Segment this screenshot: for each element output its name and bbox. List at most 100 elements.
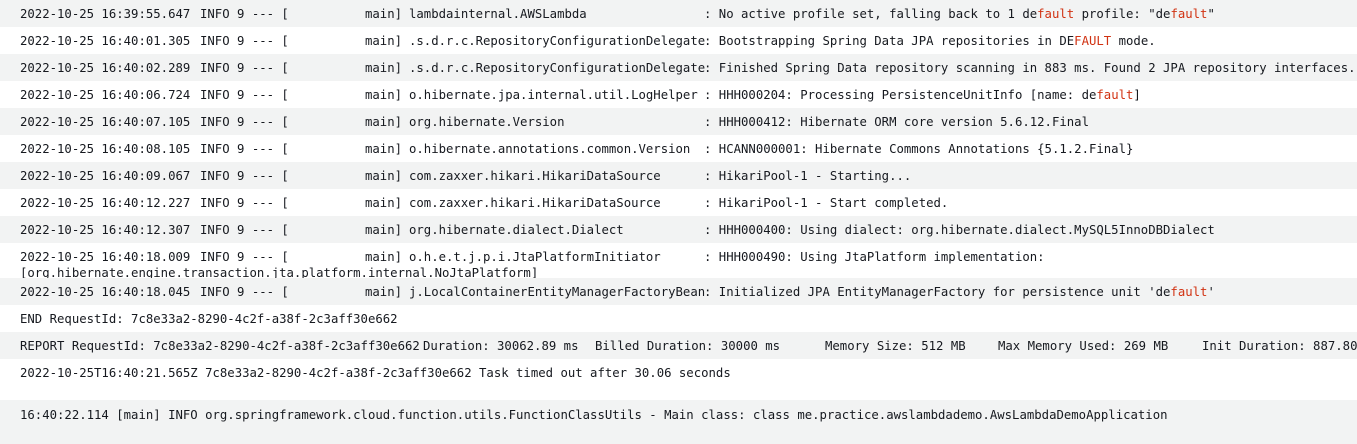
log-event-row[interactable]: 2022-10-25 16:40:08.105 INFO 9 --- [ main]…: [0, 135, 1357, 162]
log-logger: o.hibernate.annotations.common.Version: [409, 142, 691, 156]
log-report-row[interactable]: REPORT RequestId: 7c8e33a2-8290-4c2f-a38…: [0, 332, 1357, 359]
log-timestamp: 2022-10-25 16:40:09.067: [20, 169, 191, 183]
log-message: : Initialized JPA EntityManagerFactory f…: [704, 285, 1215, 299]
log-event-row[interactable]: 2022-10-25 16:40:12.227 INFO 9 --- [ main]…: [0, 189, 1357, 216]
log-message-text: : HHH000204: Processing PersistenceUnitI…: [704, 88, 1097, 102]
log-events-view: 2022-10-25 16:39:55.647 INFO 9 --- [ main]…: [0, 0, 1357, 444]
search-highlight: fault: [1170, 7, 1208, 21]
report-memory-size: Memory Size: 512 MB: [825, 339, 966, 353]
log-timestamp: 2022-10-25 16:40:18.009: [20, 250, 191, 264]
log-event-row[interactable]: 2022-10-25 16:40:01.305 INFO 9 --- [ main]…: [0, 27, 1357, 54]
log-message-continuation: [org.hibernate.engine.transaction.jta.pl…: [20, 266, 539, 278]
log-thread: main]: [365, 7, 403, 21]
log-message: : HCANN000001: Hibernate Commons Annotat…: [704, 142, 1133, 156]
report-billed-duration: Billed Duration: 30000 ms: [595, 339, 781, 353]
log-message-text: : HHH000412: Hibernate ORM core version …: [704, 115, 1089, 129]
log-event-row[interactable]: 2022-10-25 16:40:12.307 INFO 9 --- [ main]…: [0, 216, 1357, 243]
log-level: INFO 9 --- [: [200, 223, 289, 237]
log-main-class-text: 16:40:22.114 [main] INFO org.springframe…: [20, 408, 1168, 422]
log-level: INFO 9 --- [: [200, 250, 289, 264]
log-timeout-row[interactable]: 2022-10-25T16:40:21.565Z 7c8e33a2-8290-4…: [0, 359, 1357, 387]
log-message-text: : HHH000400: Using dialect: org.hibernat…: [704, 223, 1215, 237]
report-init-duration: Init Duration: 887.80 ms: [1202, 339, 1357, 353]
log-timestamp: 2022-10-25 16:40:12.227: [20, 196, 191, 210]
log-message: : HHH000412: Hibernate ORM core version …: [704, 115, 1089, 129]
log-thread: main]: [365, 223, 403, 237]
log-message-text: : HikariPool-1 - Starting...: [704, 169, 912, 183]
log-message-text: ': [1207, 285, 1215, 299]
search-highlight: FAULT: [1074, 34, 1112, 48]
log-message-text: : HCANN000001: Hibernate Commons Annotat…: [704, 142, 1134, 156]
log-message-text: : Bootstrapping Spring Data JPA reposito…: [704, 34, 1075, 48]
log-timestamp: 2022-10-25 16:40:08.105: [20, 142, 191, 156]
log-thread: main]: [365, 34, 403, 48]
log-logger: .s.d.r.c.RepositoryConfigurationDelegate: [409, 61, 706, 75]
log-message-text: : Initialized JPA EntityManagerFactory f…: [704, 285, 1171, 299]
log-timestamp: 2022-10-25 16:40:06.724: [20, 88, 191, 102]
log-message: : HikariPool-1 - Starting...: [704, 169, 911, 183]
log-timestamp: 2022-10-25 16:39:55.647: [20, 7, 191, 21]
log-timeout-text: 2022-10-25T16:40:21.565Z 7c8e33a2-8290-4…: [20, 366, 731, 380]
log-end-row[interactable]: END RequestId: 7c8e33a2-8290-4c2f-a38f-2…: [0, 305, 1357, 332]
log-message: : Bootstrapping Spring Data JPA reposito…: [704, 34, 1156, 48]
log-message-text: : HikariPool-1 - Start completed.: [704, 196, 949, 210]
log-logger: .s.d.r.c.RepositoryConfigurationDelegate: [409, 34, 706, 48]
log-level: INFO 9 --- [: [200, 7, 289, 21]
log-thread: main]: [365, 250, 403, 264]
log-timestamp: 2022-10-25 16:40:07.105: [20, 115, 191, 129]
log-message: : No active profile set, falling back to…: [704, 7, 1215, 21]
search-highlight: fault: [1170, 285, 1208, 299]
log-thread: main]: [365, 285, 403, 299]
log-event-row[interactable]: 2022-10-25 16:40:18.009 INFO 9 --- [ main]…: [0, 243, 1357, 278]
report-max-memory: Max Memory Used: 269 MB: [998, 339, 1169, 353]
log-message: : HHH000400: Using dialect: org.hibernat…: [704, 223, 1215, 237]
report-duration: Duration: 30062.89 ms: [423, 339, 579, 353]
log-level: INFO 9 --- [: [200, 34, 289, 48]
log-logger: o.h.e.t.j.p.i.JtaPlatformInitiator: [409, 250, 661, 264]
log-event-row[interactable]: 2022-10-25 16:39:55.647 INFO 9 --- [ main]…: [0, 0, 1357, 27]
log-level: INFO 9 --- [: [200, 115, 289, 129]
log-message: : Finished Spring Data repository scanni…: [704, 61, 1356, 75]
log-logger: com.zaxxer.hikari.HikariDataSource: [409, 169, 661, 183]
search-highlight: fault: [1096, 88, 1134, 102]
log-logger: org.hibernate.Version: [409, 115, 565, 129]
log-level: INFO 9 --- [: [200, 169, 289, 183]
log-logger: lambdainternal.AWSLambda: [409, 7, 587, 21]
log-event-row[interactable]: 2022-10-25 16:40:18.045 INFO 9 --- [ main]…: [0, 278, 1357, 305]
log-level: INFO 9 --- [: [200, 285, 289, 299]
log-message-text: mode.: [1111, 34, 1156, 48]
log-end-text: END RequestId: 7c8e33a2-8290-4c2f-a38f-2…: [20, 312, 398, 326]
log-message-text: : No active profile set, falling back to…: [704, 7, 1038, 21]
log-event-row[interactable]: 2022-10-25 16:40:06.724 INFO 9 --- [ main]…: [0, 81, 1357, 108]
log-thread: main]: [365, 88, 403, 102]
log-logger: com.zaxxer.hikari.HikariDataSource: [409, 196, 661, 210]
log-level: INFO 9 --- [: [200, 196, 289, 210]
log-message: : HikariPool-1 - Start completed.: [704, 196, 948, 210]
log-level: INFO 9 --- [: [200, 61, 289, 75]
log-thread: main]: [365, 115, 403, 129]
log-message: : HHH000204: Processing PersistenceUnitI…: [704, 88, 1141, 102]
log-spacer: [0, 387, 1357, 400]
log-event-row[interactable]: 2022-10-25 16:40:02.289 INFO 9 --- [main]…: [0, 54, 1357, 81]
log-timestamp: 2022-10-25 16:40:18.045: [20, 285, 191, 299]
log-event-row[interactable]: 2022-10-25 16:40:09.067 INFO 9 --- [ main]…: [0, 162, 1357, 189]
log-timestamp: 2022-10-25 16:40:12.307: [20, 223, 191, 237]
log-level: INFO 9 --- [: [200, 88, 289, 102]
log-message-text: ": [1207, 7, 1215, 21]
log-thread: main]: [365, 196, 403, 210]
log-message: : HHH000490: Using JtaPlatform implement…: [704, 250, 1045, 264]
log-message-text: profile: "de: [1074, 7, 1171, 21]
log-logger: o.hibernate.jpa.internal.util.LogHelper: [409, 88, 698, 102]
log-thread: main]: [365, 142, 403, 156]
log-event-row[interactable]: 2022-10-25 16:40:07.105 INFO 9 --- [ main]…: [0, 108, 1357, 135]
log-message-text: : Finished Spring Data repository scanni…: [704, 61, 1356, 75]
log-logger: j.LocalContainerEntityManagerFactoryBean: [409, 285, 706, 299]
log-thread: main]: [365, 169, 403, 183]
log-level: INFO 9 --- [: [200, 142, 289, 156]
log-logger: org.hibernate.dialect.Dialect: [409, 223, 624, 237]
log-timestamp: 2022-10-25 16:40:02.289: [20, 61, 191, 75]
log-main-class-row[interactable]: 16:40:22.114 [main] INFO org.springframe…: [0, 400, 1357, 444]
log-timestamp: 2022-10-25 16:40:01.305: [20, 34, 191, 48]
search-highlight: fault: [1037, 7, 1075, 21]
log-message-text: ]: [1133, 88, 1141, 102]
